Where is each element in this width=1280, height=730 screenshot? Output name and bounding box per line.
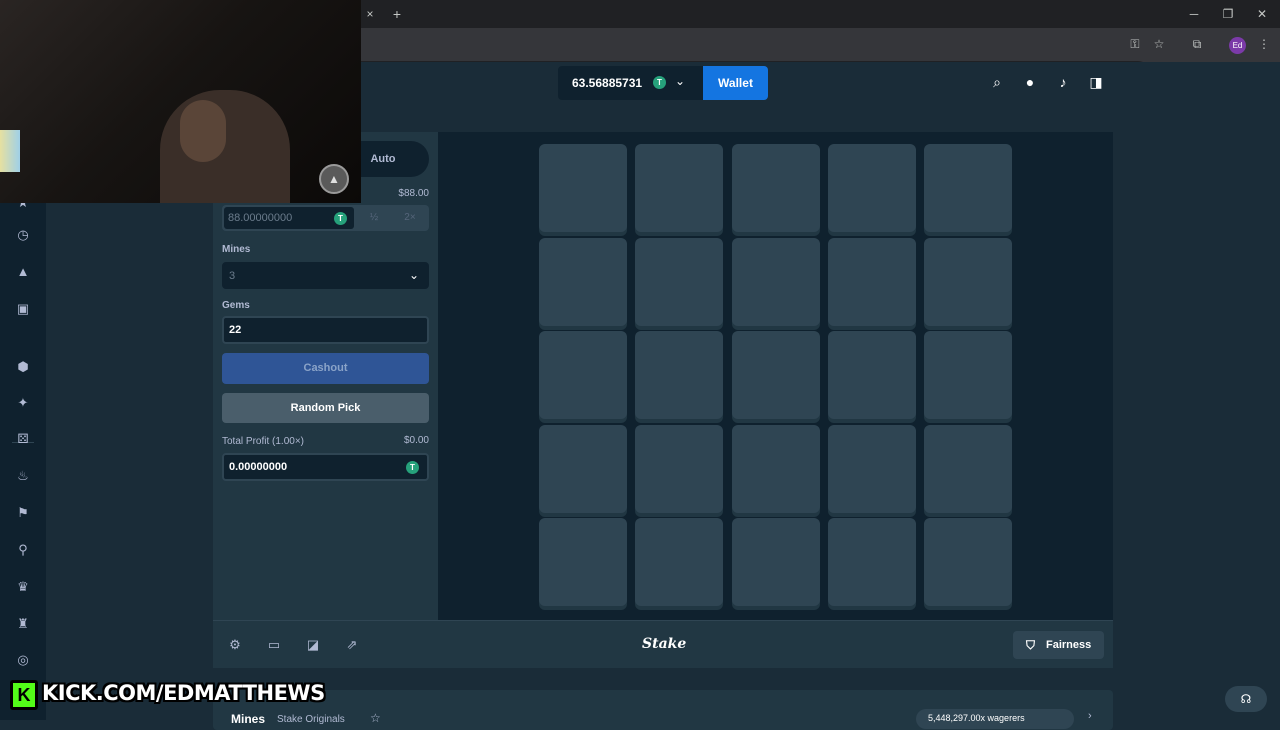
webcam-face [180,100,226,162]
slots-icon[interactable]: ⚄ [15,431,31,447]
key-icon[interactable]: ⚿ [1127,37,1143,51]
wagered-badge: 5,448,297.00x wagerers [916,709,1074,729]
mine-tile[interactable] [635,425,723,513]
mine-tile[interactable] [924,425,1012,513]
fairness-label: Fairness [1046,639,1092,651]
headset-icon: ☊ [1240,692,1252,706]
stats-chart-icon[interactable]: ◪ [305,637,321,653]
balance-selector[interactable]: 63.56885731 T ⌄ [558,66,703,100]
webcam-lamp-light [0,130,20,172]
settings-gear-icon[interactable]: ⚙ [227,637,243,653]
my-bets-icon[interactable]: ▣ [15,301,31,317]
mine-tile[interactable] [539,144,627,232]
profile-avatar[interactable]: Ed [1229,37,1246,54]
mine-tile[interactable] [732,518,820,606]
baccarat-icon[interactable]: ♜ [15,616,31,632]
gems-value: 22 [229,324,242,336]
mines-label: Mines [222,244,251,255]
cashout-button[interactable]: Cashout [222,353,429,384]
wallet-button[interactable]: Wallet [703,66,768,100]
mine-tile[interactable] [539,518,627,606]
kick-channel-url: KICK.COM/EDMATTHEWS [42,681,325,705]
roulette-icon[interactable]: ◎ [15,652,31,668]
mine-tile[interactable] [635,331,723,419]
sidebar-toggle-icon[interactable]: ◨ [1088,74,1104,90]
gems-field: 22 [222,316,429,344]
mine-tile[interactable] [539,331,627,419]
mine-tile[interactable] [732,331,820,419]
mine-tile[interactable] [539,425,627,513]
random-pick-button[interactable]: Random Pick [222,393,429,423]
mine-tile[interactable] [924,144,1012,232]
mine-tile[interactable] [924,331,1012,419]
tether-coin-icon: T [334,212,347,225]
minimize-icon[interactable]: ─ [1186,7,1202,21]
tether-coin-icon: T [406,461,419,474]
maximize-icon[interactable]: ❐ [1220,7,1236,21]
exclusives-icon[interactable]: ✦ [15,395,31,411]
mine-tile[interactable] [828,238,916,326]
tab-close-icon[interactable]: × [362,7,378,21]
live-casino-icon[interactable]: ⚲ [15,542,31,558]
mine-tile[interactable] [924,518,1012,606]
kick-logo-icon: K [10,680,38,710]
stake-logo: Stake [642,636,687,652]
game-title: Mines [231,712,266,726]
theatre-mode-icon[interactable]: ▭ [266,637,282,653]
total-profit-value: 0.00000000 [229,461,288,473]
popout-icon[interactable]: ⇗ [344,637,360,653]
mine-tile[interactable] [635,144,723,232]
bet-amount-value: 88.00000000 [228,212,293,224]
shield-check-icon: ⛉ [1026,638,1036,652]
bet-amount-usd: $88.00 [398,188,429,199]
balance-amount: 63.56885731 [572,76,643,90]
new-tab-icon[interactable]: + [389,7,405,21]
browser-menu-icon[interactable]: ⋮ [1256,37,1272,51]
double-bet-button[interactable]: 2× [392,205,428,231]
webcam-overlay: ▲ [0,0,361,203]
chevron-down-icon: ⌄ [408,268,419,282]
mine-tile[interactable] [732,238,820,326]
mine-tile[interactable] [732,144,820,232]
favorite-star-icon[interactable]: ☆ [370,711,381,725]
webcam-logo-icon: ▲ [319,164,349,194]
total-profit-label: Total Profit (1.00×) [222,436,304,447]
game-shows-icon[interactable]: ⚑ [15,505,31,521]
fairness-button[interactable]: ⛉ Fairness [1013,631,1104,659]
bet-amount-group: 88.00000000 T ½ 2× [222,205,429,231]
user-icon[interactable]: ● [1022,74,1038,90]
challenges-icon[interactable]: ▲ [15,264,31,280]
mine-tile[interactable] [828,425,916,513]
mine-tile[interactable] [924,238,1012,326]
mine-tile[interactable] [828,518,916,606]
tether-coin-icon: T [653,76,666,89]
mine-tile[interactable] [828,331,916,419]
gems-label: Gems [222,300,250,311]
mine-tile[interactable] [635,238,723,326]
half-bet-button[interactable]: ½ [356,205,392,231]
mines-select[interactable]: 3 ⌄ [222,262,429,289]
chevron-down-icon: ⌄ [675,74,686,88]
mine-tile[interactable] [828,144,916,232]
mine-tile[interactable] [635,518,723,606]
originals-icon[interactable]: ⬢ [15,359,31,375]
extensions-icon[interactable]: ⧉ [1189,37,1205,51]
mine-tile[interactable] [539,238,627,326]
recent-clock-icon[interactable]: ◷ [15,227,31,243]
webcam-person [160,90,290,203]
mines-value: 3 [229,269,236,282]
close-window-icon[interactable]: ✕ [1254,7,1270,21]
notifications-icon[interactable]: ♪ [1055,74,1071,90]
support-chat-button[interactable]: ☊ [1225,686,1267,712]
search-icon[interactable]: ⌕ [989,74,1005,90]
mine-tile[interactable] [732,425,820,513]
new-releases-icon[interactable]: ♨ [15,468,31,484]
bet-amount-input[interactable]: 88.00000000 T [224,207,354,229]
blackjack-icon[interactable]: ♛ [15,579,31,595]
total-profit-usd: $0.00 [403,435,429,446]
bookmark-star-icon[interactable]: ☆ [1151,37,1167,51]
total-profit-field: 0.00000000 T [222,453,429,481]
chevron-right-icon[interactable]: › [1088,710,1092,722]
